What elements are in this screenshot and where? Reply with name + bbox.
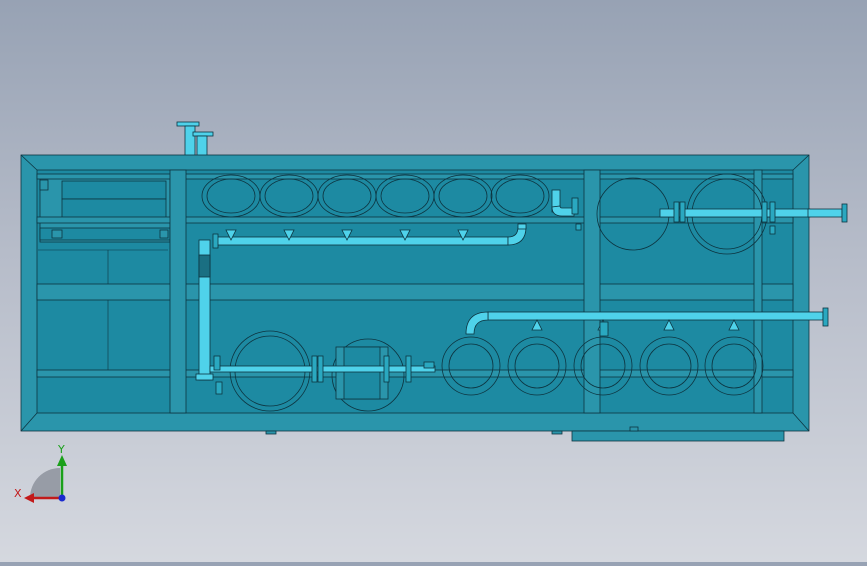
z-axis-dot bbox=[58, 494, 66, 502]
y-axis-label: Y bbox=[57, 443, 65, 456]
cad-viewport[interactable]: Y X bbox=[0, 0, 867, 562]
x-axis-label: X bbox=[14, 487, 22, 500]
top-inlet-pipe bbox=[176, 121, 214, 157]
coordinate-triad: Y X bbox=[14, 443, 67, 503]
assembly-drawing: Y X bbox=[14, 121, 848, 503]
control-box bbox=[39, 175, 171, 243]
